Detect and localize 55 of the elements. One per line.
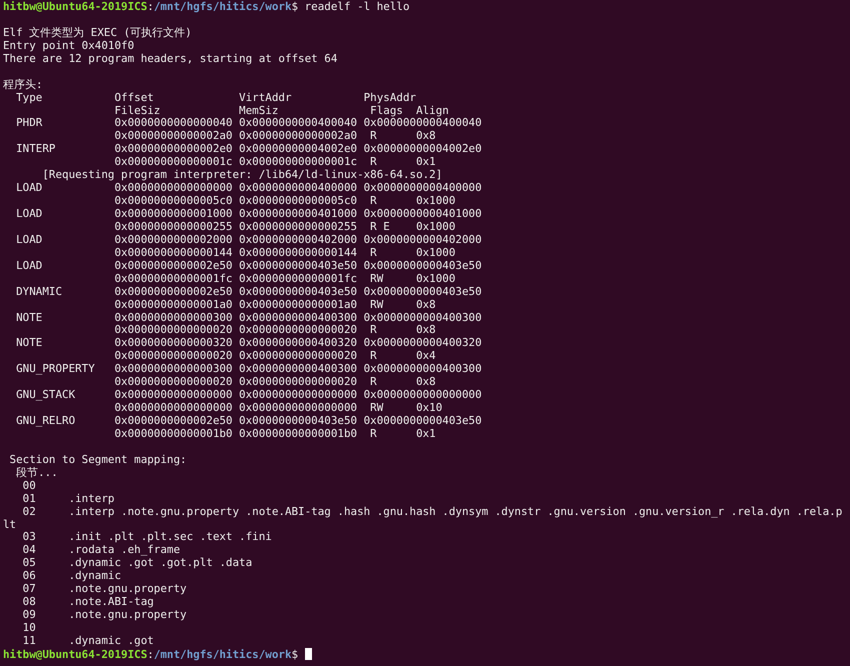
output-line: 11 .dynamic .got bbox=[22, 634, 154, 647]
output-line: 0x0000000000000020 0x0000000000000020 R 0x8 bbox=[113, 375, 436, 388]
output-line: Elf 文件类型为 EXEC (可执行文件) bbox=[3, 26, 192, 39]
output-line: Section to Segment mapping: bbox=[8, 452, 187, 466]
command-text: readelf -l hello bbox=[304, 0, 410, 13]
output-line: 10 bbox=[22, 621, 36, 634]
output-line: lt bbox=[3, 518, 16, 530]
prompt-user-host: hitbw@Ubuntu64-2019ICS bbox=[3, 648, 148, 661]
prompt-path: /mnt/hgfs/hitics/work bbox=[154, 0, 292, 13]
output-line: Type Offset VirtAddr PhysAddr bbox=[15, 90, 416, 104]
output-line: 09 .note.gnu.property bbox=[22, 608, 187, 622]
output-line: DYNAMIC 0x0000000000002e50 0x0000000000403e50 0x0000000000403e50 bbox=[15, 284, 482, 298]
output-line: LOAD 0x0000000000000000 0x0000000000400000 0x0000000000400000 bbox=[15, 181, 482, 194]
output-line: There are 12 program headers, starting at offset 64 bbox=[3, 52, 338, 65]
output-line: 00 bbox=[22, 478, 36, 492]
prompt-path: /mnt/hgfs/hitics/work bbox=[154, 648, 292, 661]
prompt-symbol: $ bbox=[292, 0, 298, 13]
output-line: NOTE 0x0000000000000300 0x0000000000400300 0x0000000000400300 bbox=[15, 310, 482, 324]
output-line: 07 .note.gnu.property bbox=[22, 582, 187, 596]
output-line: NOTE 0x0000000000000320 0x0000000000400320 0x0000000000400320 bbox=[15, 336, 482, 350]
output-line: 程序头: bbox=[3, 78, 43, 91]
output-line: 0x0000000000000020 0x0000000000000020 R 0x4 bbox=[113, 349, 436, 362]
output-line: GNU_RELRO 0x0000000000002e50 0x0000000000403e50 0x0000000000403e50 bbox=[15, 414, 482, 427]
output-line: 05 .dynamic .got .got.plt .data bbox=[22, 556, 252, 570]
prompt-separator: : bbox=[147, 648, 154, 661]
output-line: LOAD 0x0000000000001000 0x0000000000401000 0x0000000000401000 bbox=[15, 207, 482, 220]
output-line: GNU_PROPERTY 0x0000000000000300 0x0000000000400300 0x0000000000400300 bbox=[15, 362, 482, 376]
output-line: 03 .init .plt .plt.sec .text .fini bbox=[22, 530, 272, 544]
output-line: FileSiz MemSiz Flags Align bbox=[113, 104, 449, 116]
prompt-symbol: $ bbox=[292, 648, 298, 661]
output-line: LOAD 0x0000000000002000 0x0000000000402000 0x0000000000402000 bbox=[15, 232, 482, 246]
output-line: 0x000000000000001c 0x000000000000001c R 0x1 bbox=[113, 155, 436, 168]
output-line: 08 .note.ABI-tag bbox=[22, 595, 154, 608]
output-line: INTERP 0x00000000000002e0 0x00000000004002e0 0x00000000004002e0 bbox=[15, 142, 482, 156]
output-line: LOAD 0x0000000000002e50 0x0000000000403e50 0x0000000000403e50 bbox=[15, 258, 482, 272]
output-line: 0x0000000000000144 0x0000000000000144 R 0x1000 bbox=[113, 246, 456, 259]
output-line: [Requesting program interpreter: /lib64/ld-linux-x86-64.so.2] bbox=[41, 168, 442, 182]
output-line: 段节... bbox=[15, 466, 58, 479]
output-line: 0x00000000000002a0 0x00000000000002a0 R 0x8 bbox=[113, 129, 436, 142]
output-line: GNU_STACK 0x0000000000000000 0x0000000000000000 0x0000000000000000 bbox=[15, 388, 482, 402]
output-line: 04 .rodata .eh_frame bbox=[22, 543, 180, 556]
output-line: 02 .interp .note.gnu.property .note.ABI-tag .hash .gnu.hash .dynsym .dynstr .gnu.version .gnu.version_r .rela.dyn .rela.p bbox=[22, 504, 842, 518]
prompt-separator: : bbox=[147, 0, 154, 13]
output-line: 0x00000000000001b0 0x00000000000001b0 R 0x1 bbox=[113, 426, 436, 440]
output-line: PHDR 0x0000000000000040 0x0000000000400040 0x0000000000400040 bbox=[15, 116, 482, 130]
output-line: Entry point 0x4010f0 bbox=[3, 38, 134, 52]
output-line: 0x00000000000005c0 0x00000000000005c0 R 0x1000 bbox=[113, 194, 456, 208]
output-line: 01 .interp bbox=[22, 492, 114, 505]
output-line: 06 .dynamic bbox=[22, 569, 122, 582]
output-line: 0x00000000000001fc 0x00000000000001fc RW 0x1000 bbox=[113, 272, 456, 285]
prompt-user-host: hitbw@Ubuntu64-2019ICS bbox=[3, 0, 148, 13]
output-line: 0x0000000000000000 0x0000000000000000 RW 0x10 bbox=[113, 401, 442, 414]
output-line: 0x0000000000000020 0x0000000000000020 R 0x8 bbox=[113, 323, 436, 336]
output-line: 0x00000000000001a0 0x00000000000001a0 RW 0x8 bbox=[113, 298, 436, 311]
output-line: 0x0000000000000255 0x0000000000000255 R E 0x1000 bbox=[113, 220, 456, 233]
